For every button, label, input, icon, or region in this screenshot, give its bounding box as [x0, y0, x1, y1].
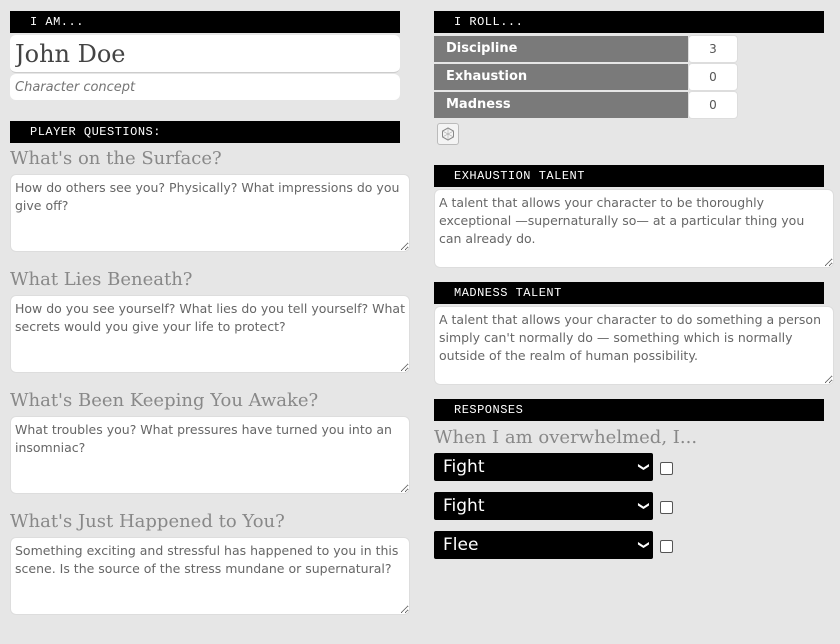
player-questions-header: PLAYER QUESTIONS: — [10, 121, 400, 143]
question-awake: What's Been Keeping You Awake? — [10, 389, 410, 494]
right-column: I ROLL... Discipline Exhaustion Madness … — [434, 0, 834, 559]
madness-input[interactable] — [688, 91, 738, 119]
response-select-2[interactable]: Fight ❯ — [434, 492, 653, 520]
question-title: What's on the Surface? — [10, 148, 222, 169]
surface-textarea[interactable] — [10, 174, 410, 252]
beneath-textarea[interactable] — [10, 295, 410, 373]
question-beneath: What Lies Beneath? — [10, 268, 410, 373]
response-row: Flee ❯ — [434, 531, 824, 559]
madness-talent-textarea[interactable] — [434, 306, 834, 385]
i-roll-header: I ROLL... — [434, 11, 824, 33]
response-select-value: Flee — [443, 535, 479, 555]
response-select-value: Fight — [443, 496, 485, 516]
madness-talent-header: MADNESS TALENT — [434, 282, 824, 304]
chevron-down-icon: ❯ — [637, 462, 651, 472]
chevron-down-icon: ❯ — [637, 540, 651, 550]
response-row: Fight ❯ — [434, 492, 824, 520]
question-title: What's Just Happened to You? — [10, 511, 285, 532]
exhaustion-input[interactable] — [688, 63, 738, 91]
question-title: What Lies Beneath? — [10, 269, 193, 290]
stat-row-exhaustion: Exhaustion — [434, 63, 824, 91]
exhaustion-talent-textarea[interactable] — [434, 189, 834, 268]
response-checkbox-3[interactable] — [660, 540, 673, 553]
responses-header: RESPONSES — [434, 399, 824, 421]
response-checkbox-1[interactable] — [660, 462, 673, 475]
character-name-input[interactable] — [10, 35, 400, 73]
character-concept-input[interactable] — [10, 74, 400, 100]
stat-label: Madness — [434, 92, 688, 118]
awake-textarea[interactable] — [10, 416, 410, 494]
question-happened: What's Just Happened to You? — [10, 510, 410, 615]
left-column: I AM... PLAYER QUESTIONS: What's on the … — [10, 0, 410, 615]
response-row: Fight ❯ — [434, 453, 824, 481]
i-am-header: I AM... — [10, 11, 400, 33]
stat-row-madness: Madness — [434, 91, 824, 119]
overwhelmed-prompt: When I am overwhelmed, I... — [434, 427, 698, 448]
stat-label: Exhaustion — [434, 64, 688, 90]
stat-label: Discipline — [434, 36, 688, 62]
chevron-down-icon: ❯ — [637, 501, 651, 511]
happened-textarea[interactable] — [10, 537, 410, 615]
roll-button[interactable] — [437, 123, 459, 145]
response-checkbox-2[interactable] — [660, 501, 673, 514]
response-select-3[interactable]: Flee ❯ — [434, 531, 653, 559]
discipline-input[interactable] — [688, 35, 738, 63]
response-select-value: Fight — [443, 457, 485, 477]
stat-row-discipline: Discipline — [434, 35, 824, 63]
question-title: What's Been Keeping You Awake? — [10, 390, 319, 411]
response-select-1[interactable]: Fight ❯ — [434, 453, 653, 481]
exhaustion-talent-header: EXHAUSTION TALENT — [434, 165, 824, 187]
question-surface: What's on the Surface? — [10, 147, 410, 252]
dice-icon — [442, 127, 454, 141]
